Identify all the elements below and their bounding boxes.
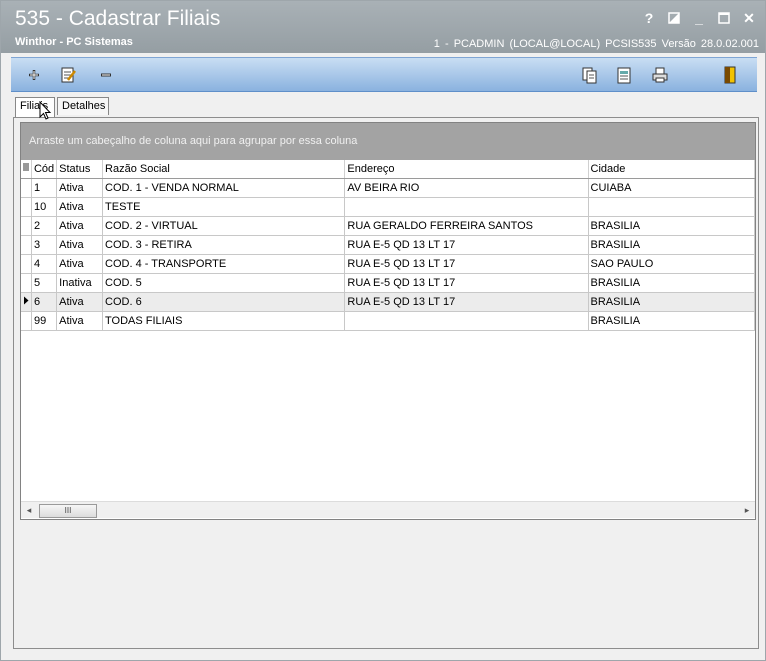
group-by-area[interactable]: Arraste um cabeçalho de coluna aqui para… <box>21 123 755 160</box>
cell-endereco[interactable]: RUA E-5 QD 13 LT 17 <box>344 273 589 293</box>
column-chooser-icon[interactable] <box>21 160 32 179</box>
cell-endereco[interactable]: RUA E-5 QD 13 LT 17 <box>344 292 589 312</box>
exit-button[interactable] <box>721 66 739 84</box>
table-row[interactable]: 5 Inativa COD. 5 RUA E-5 QD 13 LT 17 BRA… <box>21 273 756 293</box>
cell-cidade[interactable]: SAO PAULO <box>588 254 756 274</box>
row-indicator <box>21 311 32 331</box>
edit-button[interactable] <box>59 66 77 84</box>
mouse-pointer-icon <box>39 100 53 126</box>
horizontal-scrollbar[interactable]: ◂ III ▸ <box>21 501 755 518</box>
cell-cidade[interactable]: BRASILIA <box>588 216 756 236</box>
printer-icon <box>652 67 668 83</box>
cell-status[interactable]: Ativa <box>56 311 104 331</box>
window-controls: ? _ ✕ <box>641 10 757 27</box>
row-indicator <box>21 178 32 198</box>
restore-icon[interactable] <box>666 10 682 26</box>
scroll-right-button[interactable]: ▸ <box>739 502 755 518</box>
cell-cidade[interactable]: BRASILIA <box>588 273 756 293</box>
branches-table: Cód Status Razão Social Endereço Cidade … <box>21 160 756 331</box>
cell-status[interactable]: Ativa <box>56 197 104 217</box>
cell-endereco[interactable] <box>344 311 589 331</box>
cell-status[interactable]: Ativa <box>56 216 104 236</box>
table-row[interactable]: 4 Ativa COD. 4 - TRANSPORTE RUA E-5 QD 1… <box>21 254 756 274</box>
cell-code[interactable]: 1 <box>31 178 58 198</box>
remove-button[interactable] <box>97 66 115 84</box>
cell-razao-social[interactable]: COD. 3 - RETIRA <box>102 235 346 255</box>
cell-cidade[interactable] <box>588 197 756 217</box>
table-row[interactable]: 1 Ativa COD. 1 - VENDA NORMAL AV BEIRA R… <box>21 178 756 198</box>
column-header-endereco[interactable]: Endereço <box>344 160 589 179</box>
cell-code[interactable]: 2 <box>31 216 58 236</box>
cell-razao-social[interactable]: COD. 6 <box>102 292 346 312</box>
add-button[interactable] <box>25 66 43 84</box>
cell-code[interactable]: 10 <box>31 197 58 217</box>
session-status: 1 - PCADMIN (LOCAL@LOCAL) PCSIS535 Versã… <box>433 38 759 50</box>
exit-door-icon <box>724 66 736 84</box>
scroll-left-button[interactable]: ◂ <box>21 502 37 518</box>
tab-panel: Arraste um cabeçalho de coluna aqui para… <box>13 117 759 649</box>
toolbar <box>11 57 757 92</box>
title-bar: 535 - Cadastrar Filiais Winthor - PC Sis… <box>1 1 765 53</box>
cell-code[interactable]: 99 <box>31 311 58 331</box>
close-button[interactable]: ✕ <box>741 10 757 26</box>
report-button[interactable] <box>615 66 633 84</box>
cell-razao-social[interactable]: COD. 1 - VENDA NORMAL <box>102 178 346 198</box>
cell-razao-social[interactable]: COD. 2 - VIRTUAL <box>102 216 346 236</box>
report-icon <box>617 67 631 84</box>
cell-status[interactable]: Ativa <box>56 235 104 255</box>
row-indicator <box>21 235 32 255</box>
cell-status[interactable]: Ativa <box>56 292 104 312</box>
cell-razao-social[interactable]: TESTE <box>102 197 346 217</box>
cell-status[interactable]: Ativa <box>56 178 104 198</box>
row-selector-arrow-icon <box>21 292 32 312</box>
row-indicator <box>21 273 32 293</box>
help-button[interactable]: ? <box>641 10 657 26</box>
minus-icon <box>101 73 111 77</box>
cell-cidade[interactable]: CUIABA <box>588 178 756 198</box>
cell-code[interactable]: 6 <box>31 292 58 312</box>
cell-endereco[interactable]: RUA E-5 QD 13 LT 17 <box>344 235 589 255</box>
cell-razao-social[interactable]: TODAS FILIAIS <box>102 311 346 331</box>
row-indicator <box>21 254 32 274</box>
cell-razao-social[interactable]: COD. 5 <box>102 273 346 293</box>
table-row[interactable]: 99 Ativa TODAS FILIAIS BRASILIA <box>21 311 756 331</box>
header-row: Cód Status Razão Social Endereço Cidade <box>21 160 756 179</box>
column-header-cidade[interactable]: Cidade <box>588 160 756 179</box>
cell-code[interactable]: 4 <box>31 254 58 274</box>
cell-status[interactable]: Inativa <box>56 273 104 293</box>
row-indicator <box>21 216 32 236</box>
cell-cidade[interactable]: BRASILIA <box>588 292 756 312</box>
scroll-thumb[interactable]: III <box>39 504 97 518</box>
table-row[interactable]: 2 Ativa COD. 2 - VIRTUAL RUA GERALDO FER… <box>21 216 756 236</box>
app-window: 535 - Cadastrar Filiais Winthor - PC Sis… <box>0 0 766 661</box>
tab-detalhes[interactable]: Detalhes <box>57 97 109 115</box>
column-header-status[interactable]: Status <box>56 160 104 179</box>
window-subtitle: Winthor - PC Sistemas <box>15 36 133 48</box>
cell-cidade[interactable]: BRASILIA <box>588 311 756 331</box>
selected-table-row[interactable]: 6 Ativa COD. 6 RUA E-5 QD 13 LT 17 BRASI… <box>21 292 756 312</box>
cell-status[interactable]: Ativa <box>56 254 104 274</box>
window-title: 535 - Cadastrar Filiais <box>15 7 221 30</box>
cell-cidade[interactable]: BRASILIA <box>588 235 756 255</box>
maximize-button[interactable] <box>716 10 732 26</box>
cell-endereco[interactable] <box>344 197 589 217</box>
branches-grid: Arraste um cabeçalho de coluna aqui para… <box>20 122 756 520</box>
copy-documents-icon <box>582 67 597 84</box>
plus-icon <box>29 70 39 80</box>
copy-button[interactable] <box>581 66 599 84</box>
cell-endereco[interactable]: RUA E-5 QD 13 LT 17 <box>344 254 589 274</box>
edit-document-icon <box>61 67 76 83</box>
cell-endereco[interactable]: RUA GERALDO FERREIRA SANTOS <box>344 216 589 236</box>
table-row[interactable]: 3 Ativa COD. 3 - RETIRA RUA E-5 QD 13 LT… <box>21 235 756 255</box>
cell-endereco[interactable]: AV BEIRA RIO <box>344 178 589 198</box>
column-header-code[interactable]: Cód <box>31 160 58 179</box>
minimize-button[interactable]: _ <box>691 10 707 26</box>
row-indicator <box>21 197 32 217</box>
cell-code[interactable]: 5 <box>31 273 58 293</box>
print-button[interactable] <box>651 66 669 84</box>
table-row[interactable]: 10 Ativa TESTE <box>21 197 756 217</box>
column-header-razao-social[interactable]: Razão Social <box>102 160 346 179</box>
cell-code[interactable]: 3 <box>31 235 58 255</box>
cell-razao-social[interactable]: COD. 4 - TRANSPORTE <box>102 254 346 274</box>
